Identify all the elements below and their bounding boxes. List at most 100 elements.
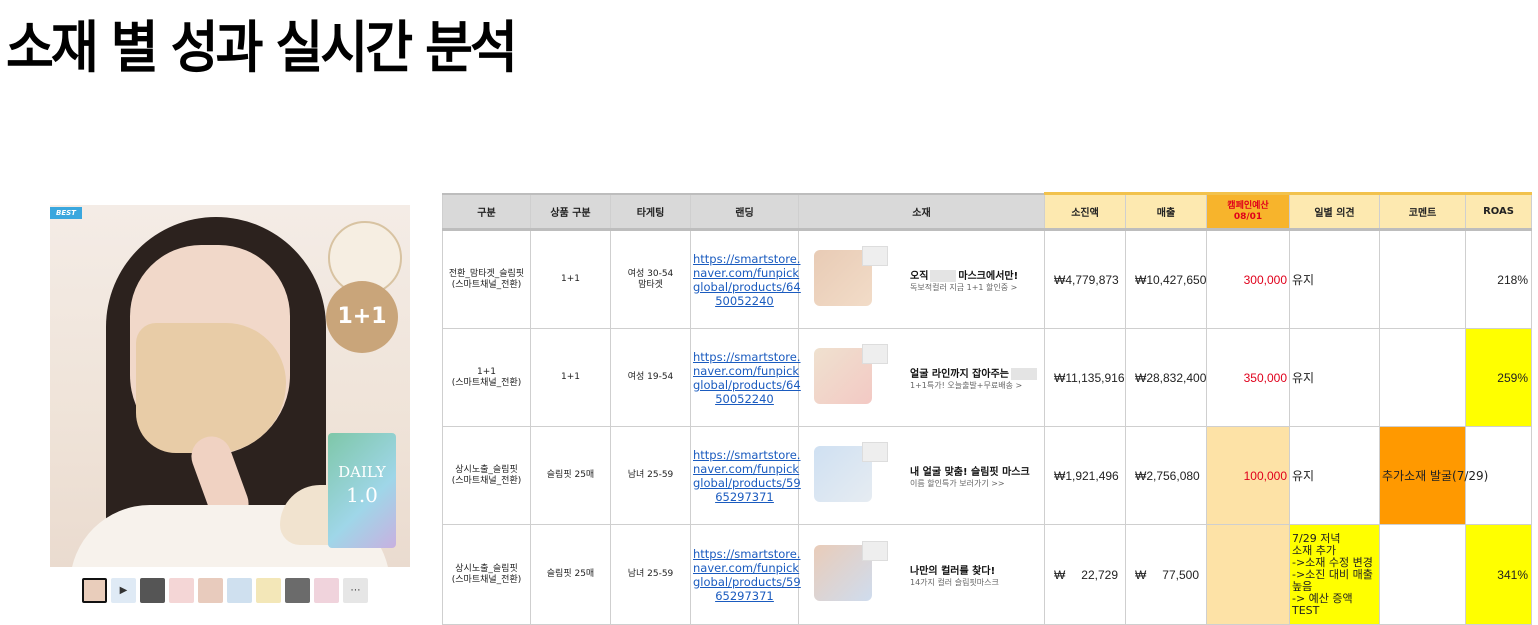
revenue-currency: ₩ [1135,272,1147,287]
cell-product-type: 1+1 [530,229,611,329]
cell-budget [1206,524,1290,625]
cell-product-type: 1+1 [530,328,611,427]
cell-revenue: ₩28,832,400 [1125,328,1207,427]
product-package: DAILY 1.0 [328,433,396,548]
cell-spend: ₩1,921,496 [1044,426,1126,525]
cell-targeting: 남녀 25-59 [610,524,691,625]
creative-subtext: 이름 할인특가 보러가기 >> [910,479,1005,488]
cell-targeting: 여성 19-54 [610,328,691,427]
table-row: 전환_맘타겟_슬림핏 (스마트채널_전환) 1+1 여성 30-54 맘타겟 h… [442,229,1532,329]
table-row: 1+1 (스마트채널_전환) 1+1 여성 19-54 https://smar… [442,328,1532,427]
package-version: 1.0 [346,483,378,507]
header-budget-date: 08/01 [1233,211,1263,222]
spend-value: 1,921,496 [1065,468,1119,483]
cell-revenue: ₩10,427,650 [1125,229,1207,329]
cell-landing: https://smartstore. naver.com/funpick gl… [690,524,801,625]
creative-card[interactable]: 나만의 컬러를 찾다! 14가지 컬러 슬림핏마스크 [800,527,1043,622]
landing-link[interactable]: https://smartstore. naver.com/funpick gl… [693,547,801,603]
cell-creative: 나만의 컬러를 찾다! 14가지 컬러 슬림핏마스크 [798,524,1045,625]
landing-link[interactable]: https://smartstore. naver.com/funpick gl… [693,350,801,406]
cell-group: 1+1 (스마트채널_전환) [442,328,531,427]
creative-headline-pre: 오직 [910,271,929,282]
revenue-currency: ₩ [1135,468,1147,483]
cell-product-type: 슬림핏 25매 [530,426,611,525]
targeting-text: 남녀 25-59 [627,569,674,579]
cell-product-type: 슬림핏 25매 [530,524,611,625]
cell-comment [1379,524,1466,625]
header-budget: 캠페인예산 08/01 [1206,192,1290,231]
cell-comment: 추가소재 발굴(7/29) [1379,426,1488,525]
thumbnail-6[interactable] [227,578,252,603]
cell-spend: ₩22,729 [1044,524,1126,625]
header-row: 구분 상품 구분 타게팅 랜딩 소재 소진액 매출 캠페인예산 08/01 일별… [442,192,1532,231]
targeting-text: 여성 19-54 [627,372,674,382]
cell-roas: 259% [1465,328,1532,427]
creative-logo-blur [862,246,888,266]
play-icon[interactable]: ▶ [111,578,136,603]
creative-headline-post: 마스크에서만! [958,271,1019,282]
table-row: 상시노출_슬림핏 (스마트채널_전환) 슬림핏 25매 남녀 25-59 htt… [442,524,1532,625]
targeting-text: 남녀 25-59 [627,470,674,480]
brand-blur [930,270,957,282]
targeting-text: 여성 30-54 맘타겟 [627,268,674,290]
thumbnail-8[interactable] [285,578,310,603]
creative-logo-blur [862,344,888,364]
package-text: DAILY [338,463,386,481]
thumbnail-3[interactable] [140,578,165,603]
creative-subtext: 독보적컬러 지금 1+1 할인중 > [910,283,1018,292]
cell-creative: 내 얼굴 맞춤! 슬림핏 마스크 이름 할인특가 보러가기 >> [798,426,1045,525]
cell-group: 상시노출_슬림핏 (스마트채널_전환) [442,426,531,525]
cell-comment [1379,328,1466,427]
thumbnail-4[interactable] [169,578,194,603]
creative-subtext: 14가지 컬러 슬림핏마스크 [910,578,999,587]
cell-roas: 341% [1465,524,1532,625]
thumbnail-7[interactable] [256,578,281,603]
header-targeting: 타게팅 [610,192,691,231]
header-daily-opinion: 일별 의견 [1289,192,1380,231]
revenue-value: 77,500 [1162,567,1199,582]
header-landing: 랜딩 [690,192,799,231]
creative-headline: 내 얼굴 맞춤! 슬림핏 마스크 [910,463,1030,478]
creative-headline: 얼굴 라인까지 잡아주는 [910,365,1039,380]
creative-card[interactable]: 얼굴 라인까지 잡아주는 1+1특가! 오늘출발+무료배송 > [800,330,1043,425]
landing-link[interactable]: https://smartstore. naver.com/funpick gl… [693,252,801,308]
creative-card[interactable]: 오직 마스크에서만! 독보적컬러 지금 1+1 할인중 > [800,232,1043,327]
mask-shape [136,323,286,453]
header-group: 구분 [442,192,531,231]
header-creative: 소재 [798,192,1045,231]
cell-daily-opinion: 유지 [1289,426,1380,525]
cell-budget: 350,000 [1206,328,1290,427]
cell-spend: ₩4,779,873 [1044,229,1126,329]
product-image: BEST 1+1 DAILY 1.0 [50,205,410,567]
creative-headline-pre: 나만의 컬러를 찾다! [910,566,996,577]
thumbnail-5[interactable] [198,578,223,603]
more-icon[interactable]: ⋯ [343,578,368,603]
spend-currency: ₩ [1054,468,1066,483]
thumbnail-strip: ▶ ⋯ [82,578,368,603]
group-text: 전환_맘타겟_슬림핏 (스마트채널_전환) [448,268,525,290]
revenue-value: 28,832,400 [1146,370,1207,385]
revenue-value: 2,756,080 [1146,468,1200,483]
cell-targeting: 남녀 25-59 [610,426,691,525]
cell-budget: 300,000 [1206,229,1290,329]
creative-headline-pre: 내 얼굴 맞춤! 슬림핏 마스크 [910,467,1030,478]
creative-card[interactable]: 내 얼굴 맞춤! 슬림핏 마스크 이름 할인특가 보러가기 >> [800,428,1043,523]
group-text: 상시노출_슬림핏 (스마트채널_전환) [451,464,522,486]
cell-budget: 100,000 [1206,426,1290,525]
cell-revenue: ₩77,500 [1125,524,1207,625]
thumbnail-1[interactable] [82,578,107,603]
cell-landing: https://smartstore. naver.com/funpick gl… [690,426,801,525]
group-text: 1+1 (스마트채널_전환) [451,366,522,388]
thumbnail-9[interactable] [314,578,339,603]
cell-daily-opinion: 유지 [1289,229,1380,329]
cell-spend: ₩11,135,916 [1044,328,1126,427]
daily-opinion-text: 유지 [1292,371,1315,385]
promo-badge: 1+1 [326,281,398,353]
cell-revenue: ₩2,756,080 [1125,426,1207,525]
landing-link[interactable]: https://smartstore. naver.com/funpick gl… [693,448,801,504]
creative-subtext: 1+1특가! 오늘출발+무료배송 > [910,381,1023,390]
header-budget-title: 캠페인예산 [1227,200,1269,211]
creative-logo-blur [862,442,888,462]
cell-daily-opinion: 7/29 저녁 소재 추가 ->소재 수정 변경 ->소진 대비 매출 높음 -… [1289,524,1380,625]
table-row: 상시노출_슬림핏 (스마트채널_전환) 슬림핏 25매 남녀 25-59 htt… [442,426,1532,525]
